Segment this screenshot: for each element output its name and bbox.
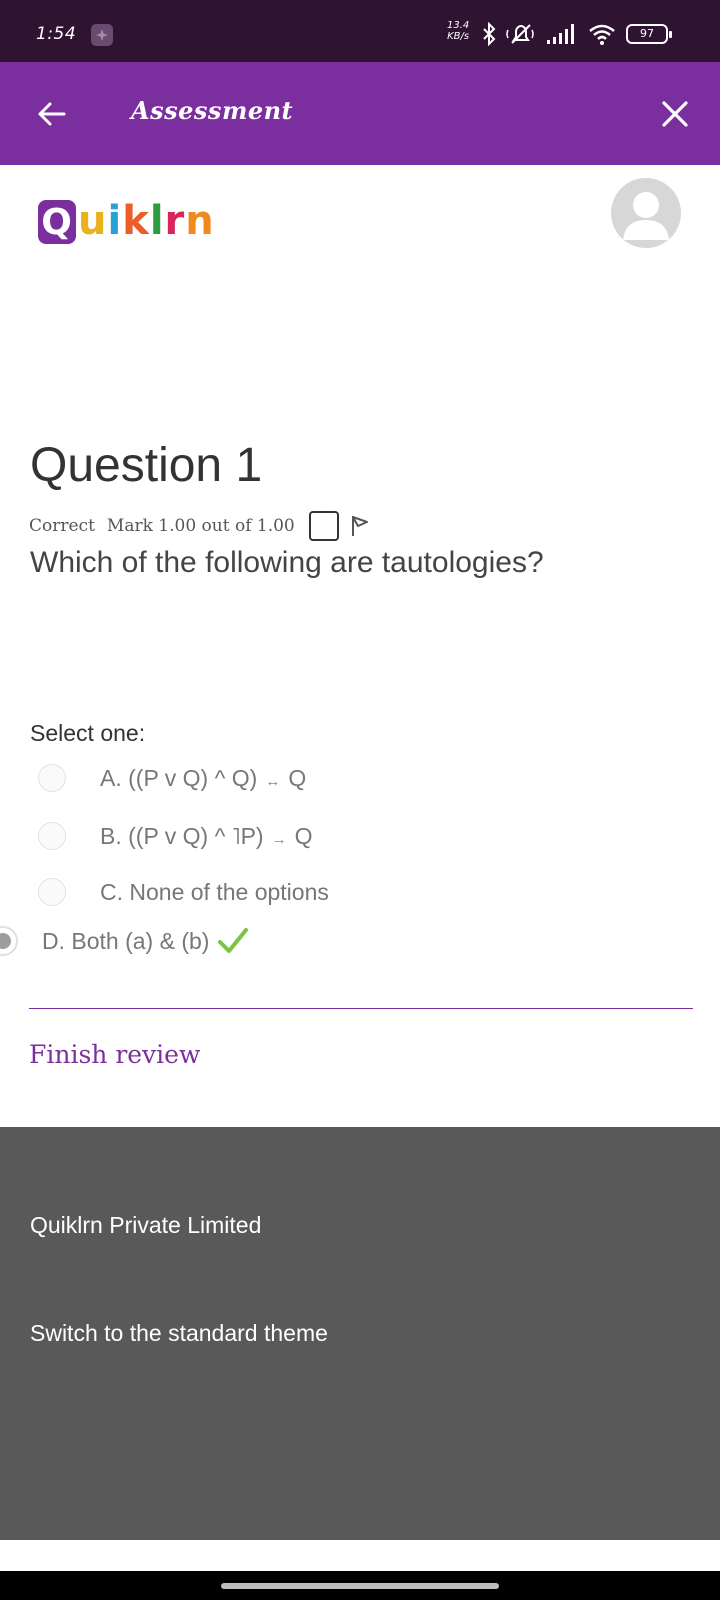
- answer-b-suffix: Q: [294, 822, 313, 849]
- answer-option-b[interactable]: B. ((P v Q) ^ ˥P) → Q: [38, 822, 312, 850]
- battery-icon: 97: [626, 24, 672, 44]
- page-footer: Quiklrn Private Limited Switch to the st…: [0, 1127, 720, 1540]
- status-time: 1:54: [36, 24, 77, 44]
- implication-arrow: →: [271, 830, 287, 848]
- navigation-bar: [0, 1571, 720, 1600]
- logo-letter-n: n: [185, 198, 215, 244]
- radio-button-selected[interactable]: [0, 926, 18, 956]
- footer-company-name: Quiklrn Private Limited: [30, 1212, 262, 1238]
- back-button[interactable]: [30, 92, 74, 136]
- home-gesture-handle[interactable]: [221, 1583, 499, 1589]
- user-icon: [623, 192, 669, 240]
- correct-check-icon: [218, 928, 249, 953]
- answer-label: C. None of the options: [100, 878, 329, 905]
- signal-icon: [547, 24, 574, 44]
- answer-label: D. Both (a) & (b): [42, 927, 210, 954]
- status-icons: 97: [482, 20, 672, 48]
- logo-letter-u: u: [78, 198, 108, 244]
- logo-letter-r: r: [164, 198, 186, 244]
- finish-review-link[interactable]: Finish review: [29, 1040, 200, 1069]
- close-icon: [662, 101, 688, 127]
- answer-b-text: B. ((P v Q) ^ ˥P): [100, 822, 264, 849]
- answer-a-suffix: Q: [288, 764, 307, 791]
- question-info: Correct Mark 1.00 out of 1.00: [29, 511, 371, 541]
- radio-button[interactable]: [38, 764, 66, 792]
- switch-theme-link[interactable]: Switch to the standard theme: [30, 1320, 328, 1347]
- answer-option-c[interactable]: C. None of the options: [38, 878, 329, 906]
- answer-option-a[interactable]: A. ((P v Q) ^ Q) ↔ Q: [38, 764, 306, 792]
- logo-letter-i: i: [107, 198, 123, 244]
- logo-letter-k: k: [122, 198, 150, 244]
- app-bar-title: Assessment: [131, 96, 294, 125]
- wifi-icon: [589, 24, 615, 45]
- mute-icon: [506, 24, 534, 44]
- status-bar: 1:54 13.4 KB/s 97: [0, 0, 720, 62]
- bluetooth-icon: [483, 22, 496, 46]
- arrow-left-icon: [38, 102, 66, 126]
- question-status: Correct: [29, 516, 95, 536]
- flag-question-checkbox[interactable]: [308, 511, 339, 541]
- question-text: Which of the following are tautologies?: [30, 546, 544, 579]
- question-title: Question 1: [30, 439, 263, 492]
- answer-label: B. ((P v Q) ^ ˥P) → Q: [100, 823, 312, 850]
- quiklrn-logo[interactable]: Q u i k l r n: [38, 188, 215, 244]
- logo-letter-l: l: [149, 198, 165, 244]
- question-mark: Mark 1.00 out of 1.00: [106, 516, 295, 536]
- divider: [29, 1008, 693, 1009]
- logo-letter-q: Q: [38, 200, 76, 244]
- network-speed: 13.4 KB/s: [447, 20, 469, 42]
- flag-icon[interactable]: [349, 514, 371, 538]
- app-bar: Assessment: [0, 62, 720, 165]
- radio-button[interactable]: [38, 878, 66, 906]
- answer-a-text: A. ((P v Q) ^ Q): [100, 764, 258, 791]
- network-speed-unit: KB/s: [447, 31, 470, 42]
- close-button[interactable]: [654, 93, 696, 135]
- select-one-label: Select one:: [30, 720, 146, 746]
- answer-label: A. ((P v Q) ^ Q) ↔ Q: [100, 765, 306, 792]
- answer-option-d[interactable]: D. Both (a) & (b): [0, 926, 249, 956]
- radio-button[interactable]: [38, 822, 66, 850]
- user-avatar[interactable]: [611, 178, 681, 248]
- network-speed-value: 13.4: [447, 20, 470, 31]
- app-notification-icon: [91, 24, 113, 46]
- biconditional-arrow: ↔: [265, 772, 281, 790]
